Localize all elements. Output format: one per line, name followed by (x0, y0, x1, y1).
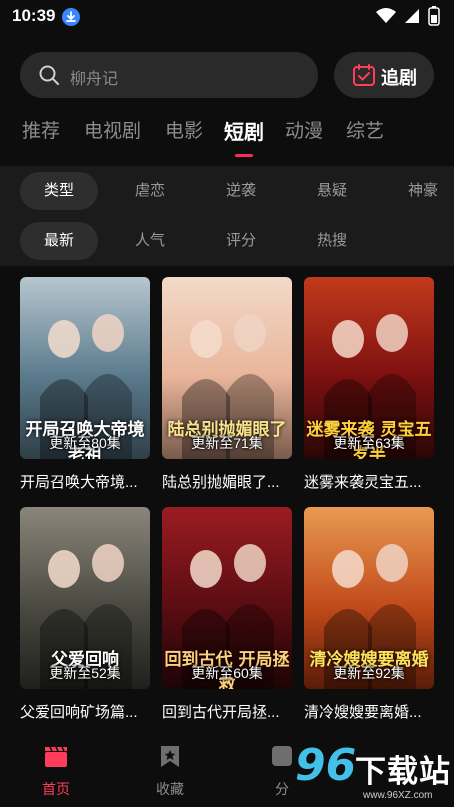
clapperboard-icon (45, 746, 67, 767)
filter-genre-romance[interactable]: 虐恋 (111, 172, 189, 210)
poster-image: 回到古代 开局拯救 更新至60集 (162, 507, 292, 689)
tab-tv-series[interactable]: 电视剧 (84, 116, 141, 143)
watermark: 96 下载站 www.96XZ.com (283, 736, 454, 807)
filter-sort-popular[interactable]: 人气 (111, 222, 189, 260)
poster-image: 父爱回响 更新至52集 (20, 507, 150, 689)
status-bar: 10:39 (0, 0, 454, 36)
episode-badge: 更新至63集 (333, 435, 405, 451)
follow-button[interactable]: 追剧 (334, 52, 434, 98)
tab-recommend[interactable]: 推荐 (22, 116, 60, 143)
follow-label: 追剧 (381, 68, 417, 88)
drama-title: 回到古代开局拯... (162, 704, 280, 721)
watermark-text: 下载站 (355, 754, 451, 789)
filter-genre-comeback[interactable]: 逆袭 (202, 172, 280, 210)
drama-card[interactable]: 父爱回响 更新至52集父爱回响矿场篇... (20, 507, 150, 723)
search-icon (39, 65, 59, 85)
episode-badge: 更新至71集 (191, 435, 263, 451)
filter-sort-trending[interactable]: 热搜 (293, 222, 371, 260)
filter-sort-rating[interactable]: 评分 (202, 222, 280, 260)
search-row: 柳舟记 追剧 (20, 52, 434, 100)
filter-genre-tycoon[interactable]: 神豪 (384, 172, 454, 210)
watermark-logo: 96 (295, 740, 357, 791)
filter-sort-latest[interactable]: 最新 (20, 222, 98, 260)
tab-short-drama[interactable]: 短剧 (224, 116, 264, 145)
episode-badge: 更新至60集 (191, 665, 263, 681)
tab-variety[interactable]: 综艺 (346, 116, 384, 143)
status-time: 10:39 (12, 6, 56, 25)
battery-icon (428, 6, 440, 26)
search-placeholder: 柳舟记 (70, 71, 119, 88)
drama-title: 清冷嫂嫂要离婚... (304, 704, 422, 721)
tab-movies[interactable]: 电影 (165, 116, 203, 143)
poster-image: 开局召唤大帝境老祖 更新至80集 (20, 277, 150, 459)
poster-image: 清冷嫂嫂要离婚 更新至92集 (304, 507, 434, 689)
wifi-icon (376, 8, 396, 23)
filter-panel: 类型 虐恋 逆袭 悬疑 神豪 最新 人气 评分 热搜 (0, 166, 454, 266)
drama-card[interactable]: 陆总别抛媚眼了 更新至71集陆总别抛媚眼了... (162, 277, 292, 493)
filter-genre-mystery[interactable]: 悬疑 (293, 172, 371, 210)
episode-badge: 更新至92集 (333, 665, 405, 681)
nav-favorites[interactable]: 收藏 (134, 743, 206, 799)
active-tab-indicator (235, 154, 253, 157)
drama-title: 开局召唤大帝境... (20, 474, 138, 491)
tab-anime[interactable]: 动漫 (285, 116, 323, 143)
drama-card[interactable]: 迷雾来袭 灵宝五岁半 更新至63集迷雾来袭灵宝五... (304, 277, 434, 493)
episode-badge: 更新至80集 (49, 435, 121, 451)
drama-card[interactable]: 清冷嫂嫂要离婚 更新至92集清冷嫂嫂要离婚... (304, 507, 434, 723)
poster-image: 陆总别抛媚眼了 更新至71集 (162, 277, 292, 459)
drama-title: 迷雾来袭灵宝五... (304, 474, 422, 491)
drama-card[interactable]: 开局召唤大帝境老祖 更新至80集开局召唤大帝境... (20, 277, 150, 493)
drama-title: 陆总别抛媚眼了... (162, 474, 280, 491)
watermark-url: www.96XZ.com (363, 790, 433, 801)
search-input[interactable]: 柳舟记 (20, 52, 318, 98)
signal-icon (405, 9, 419, 23)
filter-genre-all[interactable]: 类型 (20, 172, 98, 210)
nav-favorites-label: 收藏 (156, 781, 184, 797)
drama-card[interactable]: 回到古代 开局拯救 更新至60集回到古代开局拯... (162, 507, 292, 723)
status-icons (376, 6, 440, 26)
download-icon (62, 8, 80, 26)
drama-title: 父爱回响矿场篇... (20, 704, 138, 721)
episode-badge: 更新至52集 (49, 665, 121, 681)
bookmark-star-icon (161, 746, 179, 767)
nav-home-label: 首页 (42, 781, 70, 797)
nav-home[interactable]: 首页 (20, 743, 92, 799)
poster-image: 迷雾来袭 灵宝五岁半 更新至63集 (304, 277, 434, 459)
calendar-check-icon (353, 64, 375, 86)
